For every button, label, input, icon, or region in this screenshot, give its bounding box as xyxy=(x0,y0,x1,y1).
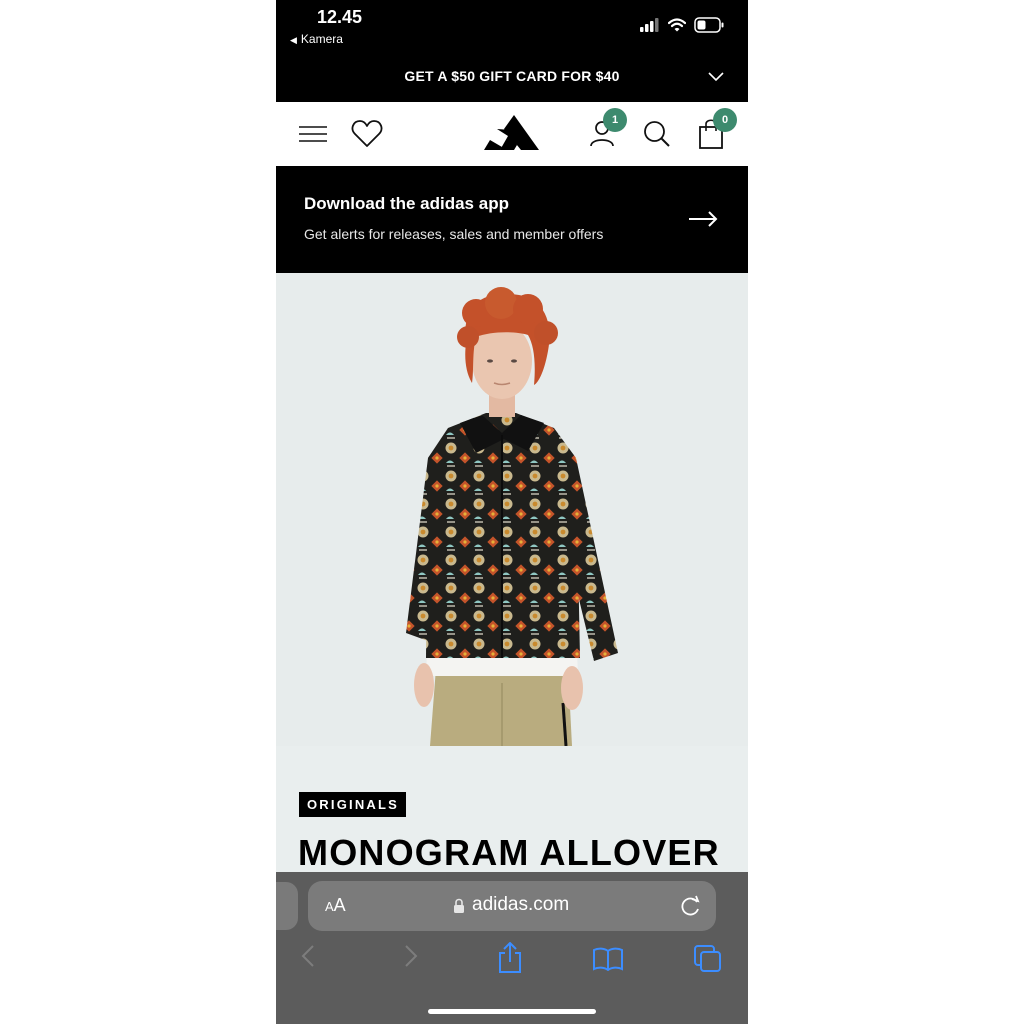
app-banner-subtitle: Get alerts for releases, sales and membe… xyxy=(304,226,604,242)
product-image[interactable] xyxy=(276,273,748,747)
wishlist-heart-icon[interactable] xyxy=(351,119,383,149)
previous-tab-preview[interactable] xyxy=(276,882,298,930)
product-info: ORIGINALS MONOGRAM ALLOVER xyxy=(276,746,748,876)
app-download-banner[interactable]: Download the adidas app Get alerts for r… xyxy=(276,166,748,273)
cart-badge: 0 xyxy=(713,108,737,132)
battery-icon xyxy=(694,17,724,33)
promo-text: GET A $50 GIFT CARD FOR $40 xyxy=(404,68,620,84)
header-nav: 1 0 xyxy=(276,102,748,166)
back-to-app-link[interactable]: ◀ Kamera xyxy=(290,32,343,46)
forward-chevron-icon[interactable] xyxy=(404,944,418,968)
address-bar[interactable]: AA adidas.com xyxy=(308,881,716,931)
status-icons xyxy=(640,16,724,34)
text-size-small-glyph: A xyxy=(325,899,334,914)
browser-toolbar: AA adidas.com xyxy=(276,872,748,1024)
app-banner-title: Download the adidas app xyxy=(304,194,509,213)
tabs-icon[interactable] xyxy=(694,945,722,973)
menu-icon[interactable] xyxy=(298,125,328,143)
text-size-button[interactable]: AA xyxy=(325,895,346,916)
phone-screen: 12.45 ◀ Kamera GET A $50 GIFT CARD FOR $… xyxy=(276,0,748,1024)
back-triangle-icon: ◀ xyxy=(290,35,297,45)
adidas-logo[interactable] xyxy=(484,115,540,151)
home-indicator xyxy=(428,1009,596,1014)
brand-badge[interactable]: ORIGINALS xyxy=(299,792,407,817)
status-time: 12.45 xyxy=(317,7,363,27)
product-title: MONOGRAM ALLOVER xyxy=(298,832,720,873)
bookmarks-book-icon[interactable] xyxy=(593,947,623,971)
back-chevron-icon[interactable] xyxy=(301,944,315,968)
lock-icon xyxy=(454,898,464,913)
chevron-down-icon[interactable] xyxy=(708,70,724,82)
share-icon[interactable] xyxy=(497,942,523,974)
product-model-photo xyxy=(406,287,618,747)
back-app-label: Kamera xyxy=(300,32,343,46)
arrow-right-icon[interactable] xyxy=(688,210,718,228)
search-icon[interactable] xyxy=(643,120,671,148)
reload-icon[interactable] xyxy=(681,895,701,917)
url-text: adidas.com xyxy=(472,894,570,915)
wifi-icon xyxy=(668,18,686,32)
signal-icon xyxy=(640,18,659,32)
status-bar: 12.45 ◀ Kamera xyxy=(276,0,748,56)
promo-banner[interactable]: GET A $50 GIFT CARD FOR $40 xyxy=(276,56,748,102)
account-badge: 1 xyxy=(603,108,627,132)
text-size-big-glyph: A xyxy=(333,895,346,915)
